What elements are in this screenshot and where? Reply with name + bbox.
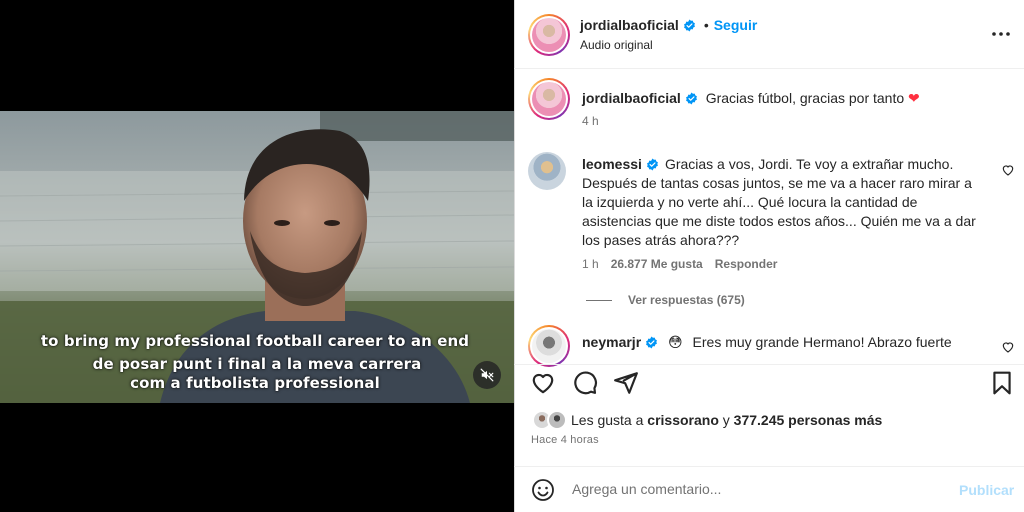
likes-summary: Les gusta a crissorano y 377.245 persona… <box>571 412 882 428</box>
caption: jordialbaoficial Gracias fútbol, gracias… <box>582 89 992 107</box>
comment-neymarjr: neymarjr 😳 Eres muy grande Hermano! Abra… <box>582 334 982 350</box>
like-comment-heart-icon[interactable] <box>1001 340 1015 354</box>
follow-button[interactable]: Seguir <box>714 17 758 33</box>
subtitle-catalan-line-1: de posar punt i final a la meva carrera <box>92 355 422 373</box>
more-options-icon[interactable] <box>990 26 1012 42</box>
verified-badge-icon <box>646 336 658 349</box>
caption-username[interactable]: jordialbaoficial <box>582 90 681 106</box>
heart-emoji: ❤ <box>908 90 920 106</box>
comment-username[interactable]: leomessi <box>582 156 642 172</box>
header-username[interactable]: jordialbaoficial <box>580 17 679 33</box>
liked-by-avatars[interactable] <box>532 410 572 430</box>
comment-meta: 1 h 26.877 Me gusta Responder <box>582 257 777 271</box>
emoji-smiley-icon[interactable] <box>531 478 555 502</box>
replies-line <box>586 299 612 301</box>
video-player[interactable]: to bring my professional football career… <box>0 111 514 403</box>
likes-prefix: Les gusta a <box>571 412 644 428</box>
audio-label[interactable]: Audio original <box>580 38 653 52</box>
caption-time[interactable]: 4 h <box>582 114 599 128</box>
avatar-image <box>528 152 566 190</box>
comment-avatar-leomessi[interactable] <box>528 152 566 190</box>
subtitle-catalan-line-2: com a futbolista professional <box>130 374 380 392</box>
header-user-line: jordialbaoficial • Seguir <box>580 17 757 35</box>
caption-avatar[interactable] <box>528 78 570 120</box>
comment-input[interactable] <box>566 474 946 504</box>
view-replies-label: Ver respuestas (675) <box>628 293 745 307</box>
comment-username[interactable]: neymarjr <box>582 334 641 350</box>
reply-button[interactable]: Responder <box>715 257 778 271</box>
likes-user[interactable]: crissorano <box>647 412 719 428</box>
comment-likes[interactable]: 26.877 Me gusta <box>611 257 703 271</box>
mute-button[interactable] <box>473 361 501 389</box>
post-dialog: to bring my professional football career… <box>0 0 1024 512</box>
avatar-image <box>532 18 566 52</box>
post-time[interactable]: Hace 4 horas <box>531 434 599 446</box>
likes-others[interactable]: 377.245 personas más <box>734 412 883 428</box>
avatar-image <box>532 82 566 116</box>
flushed-emoji: 😳 <box>668 334 683 350</box>
avatar-image <box>532 329 566 363</box>
save-bookmark-icon[interactable] <box>989 370 1015 396</box>
comment-leomessi: leomessi Gracias a vos, Jordi. Te voy a e… <box>582 155 982 250</box>
view-replies-button[interactable]: Ver respuestas (675) <box>586 293 745 307</box>
speaker-muted-icon <box>480 368 494 382</box>
verified-badge-icon <box>683 19 695 32</box>
author-avatar[interactable] <box>528 14 570 56</box>
comment-avatar-neymarjr[interactable] <box>528 325 570 367</box>
verified-badge-icon <box>647 158 658 171</box>
likes-conj: y <box>722 412 730 428</box>
liker-avatar <box>547 410 567 430</box>
subtitle-english: to bring my professional football career… <box>40 332 470 350</box>
like-comment-heart-icon[interactable] <box>1001 163 1015 177</box>
like-heart-icon[interactable] <box>530 370 556 396</box>
comment-body: Eres muy grande Hermano! Abrazo fuerte <box>692 334 952 350</box>
comment-time[interactable]: 1 h <box>582 257 599 271</box>
separator-dot: • <box>703 17 709 33</box>
caption-text: Gracias fútbol, gracias por tanto <box>705 90 905 106</box>
share-paper-plane-icon[interactable] <box>613 370 639 396</box>
verified-badge-icon <box>685 92 697 105</box>
media-area: to bring my professional football career… <box>0 0 514 512</box>
comment-bubble-icon[interactable] <box>572 370 598 396</box>
publish-button[interactable]: Publicar <box>959 482 1014 498</box>
